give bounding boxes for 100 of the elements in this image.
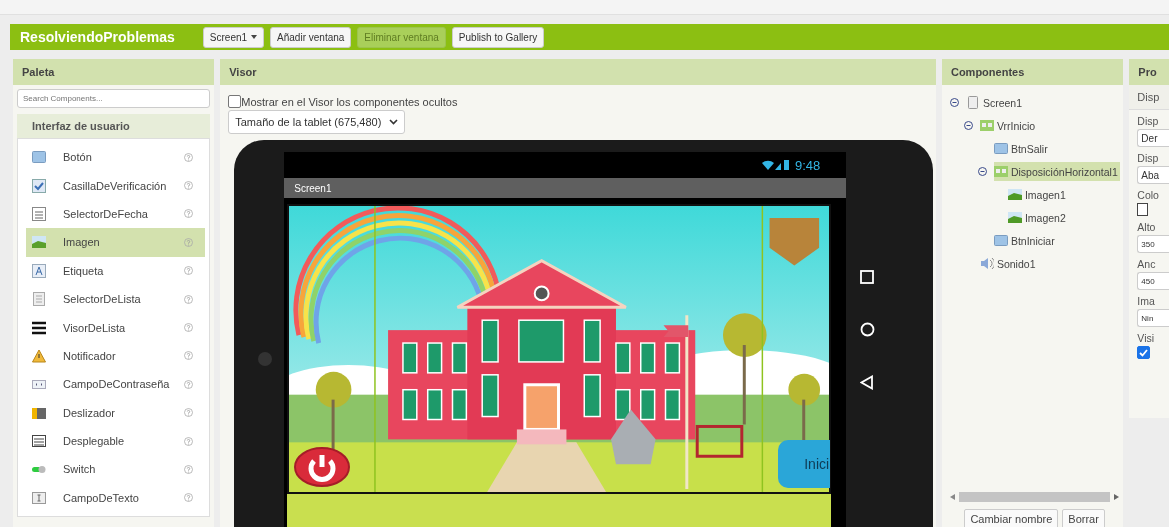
help-icon[interactable] [184, 152, 194, 162]
tree-item[interactable]: Screen1 [965, 93, 1025, 112]
palette-item[interactable]: CampoDeContraseña [26, 370, 206, 399]
help-icon[interactable] [184, 209, 194, 219]
palette-item[interactable]: Imagen [26, 228, 206, 257]
property-input[interactable]: 450 [1137, 272, 1169, 290]
toolbar-button[interactable]: Publish to Gallery [451, 26, 545, 48]
palette-item[interactable]: CasillaDeVerificación [26, 171, 206, 200]
tree-item[interactable]: DisposiciónHorizontal1 [993, 162, 1120, 181]
help-icon[interactable] [184, 266, 194, 276]
horizontal-scrollbar[interactable] [949, 490, 1120, 504]
component-label: Desplegable [63, 435, 126, 448]
color-swatch[interactable] [1137, 203, 1149, 216]
help-icon[interactable] [184, 465, 194, 474]
collapse-icon[interactable] [949, 98, 959, 107]
scroll-left-icon[interactable] [949, 494, 955, 500]
property-dropdown[interactable]: Der [1137, 129, 1169, 147]
panel-title: Componentes [950, 66, 1025, 78]
notifier-component-icon [32, 348, 46, 363]
property-checkbox[interactable] [1137, 346, 1151, 359]
screen-node-icon [965, 96, 980, 109]
help-icon[interactable] [184, 181, 194, 191]
toolbar-button[interactable]: Añadir ventana [270, 26, 352, 48]
size-dropdown[interactable]: Tamaño de la tablet (675,480) [228, 110, 406, 134]
help-icon[interactable] [184, 436, 194, 446]
back-icon[interactable] [860, 375, 875, 390]
tree-item[interactable]: Imagen2 [1007, 208, 1068, 227]
panel-title: Visor [229, 66, 257, 78]
component-label: Switch [63, 463, 97, 476]
tree-item-label: Screen1 [982, 96, 1023, 109]
start-button[interactable]: Inici [778, 440, 831, 488]
tree-item-label: Imagen2 [1024, 211, 1066, 224]
tree-item-label: DisposiciónHorizontal1 [1010, 165, 1118, 178]
palette-item[interactable]: SelectorDeLista [26, 284, 206, 314]
palette-item[interactable]: Desplegable [26, 426, 206, 456]
property-dropdown[interactable]: Aba [1137, 166, 1169, 184]
slider-component-icon [32, 405, 46, 420]
component-action-button[interactable]: Cambiar nombre [964, 509, 1059, 527]
scroll-right-icon[interactable] [1114, 494, 1120, 500]
component-label: Imagen [63, 236, 101, 249]
component-label: Deslizador [63, 406, 116, 419]
property-input[interactable]: Nin [1137, 309, 1169, 327]
palette-item[interactable]: SelectorDeFecha [26, 199, 206, 229]
status-time: 9:48 [794, 157, 821, 173]
component-label: Botón [63, 151, 93, 164]
recent-apps-icon[interactable] [860, 270, 875, 284]
home-icon[interactable] [859, 322, 875, 337]
help-icon[interactable] [184, 379, 194, 389]
tree-item[interactable]: BtnSalir [993, 139, 1050, 158]
palette-item[interactable]: Etiqueta [26, 256, 206, 285]
component-label: SelectorDeFecha [63, 207, 149, 220]
property-label: Disp [1137, 115, 1160, 127]
panel-title: Paleta [22, 66, 55, 78]
help-icon[interactable] [184, 323, 194, 333]
screen-title: Screen1 [294, 182, 332, 194]
property-label: Visi [1137, 332, 1156, 344]
palette-item[interactable]: VisorDeLista [26, 313, 206, 342]
tree-item-label: BtnIniciar [1010, 234, 1055, 247]
button-component-icon [32, 150, 46, 165]
help-icon[interactable] [184, 294, 194, 304]
collapse-icon[interactable] [977, 167, 987, 176]
help-icon[interactable] [184, 408, 194, 418]
power-button-icon[interactable] [294, 447, 351, 487]
search-field[interactable]: Search Components... [17, 89, 211, 108]
tree-item[interactable]: Imagen1 [1007, 185, 1068, 204]
component-action-button[interactable]: Borrar [1062, 509, 1105, 527]
palette-item[interactable]: CampoDeTexto [26, 483, 206, 513]
checkbox-label: Mostrar en el Visor los componentes ocultos [241, 95, 458, 108]
tree-item-label: Imagen1 [1024, 188, 1066, 201]
checkbox-component-icon [32, 178, 46, 193]
help-icon[interactable] [184, 493, 194, 503]
arrangement-node-icon [993, 165, 1008, 178]
palette-item[interactable]: Deslizador [26, 398, 206, 427]
checkbox[interactable] [228, 95, 242, 108]
palette-item[interactable]: Botón [26, 143, 206, 172]
tree-item[interactable]: VrrInicio [979, 116, 1038, 135]
category-header[interactable]: Interfaz de usuario [17, 114, 211, 138]
spinner-component-icon [32, 434, 46, 449]
property-label: Anc [1137, 258, 1157, 270]
property-input[interactable]: 350 [1137, 235, 1169, 253]
sound-node-icon [979, 257, 994, 270]
tree-item[interactable]: BtnIniciar [993, 231, 1057, 250]
help-icon[interactable] [184, 351, 194, 361]
camera-icon [258, 352, 273, 366]
tree-item[interactable]: Sonido1 [979, 254, 1038, 273]
component-label: SelectorDeLista [63, 293, 142, 306]
image-component-icon [32, 235, 46, 250]
component-label: Etiqueta [63, 264, 105, 277]
collapse-icon[interactable] [963, 121, 973, 130]
component-label: VisorDeLista [63, 321, 127, 334]
property-label: Colo [1137, 189, 1160, 201]
toolbar-button[interactable]: Screen1 [202, 26, 265, 48]
section-title: Disp [1137, 91, 1160, 103]
component-label: CampoDeTexto [63, 491, 140, 504]
palette-item[interactable]: Notificador [26, 341, 206, 371]
project-title: ResolviendoProblemas [20, 29, 175, 45]
component-label: CasillaDeVerificación [63, 179, 168, 192]
palette-item[interactable]: Switch [26, 455, 206, 484]
label-component-icon [32, 263, 46, 278]
help-icon[interactable] [184, 237, 194, 247]
